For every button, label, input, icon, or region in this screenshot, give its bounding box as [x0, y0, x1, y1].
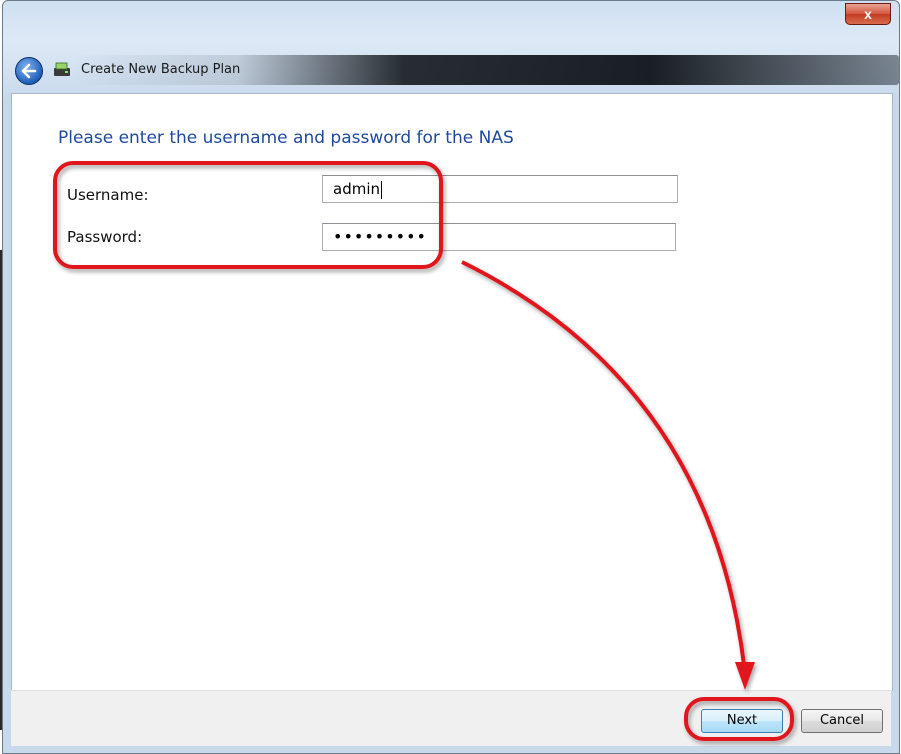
backup-drive-icon — [54, 62, 70, 76]
username-field[interactable]: admin — [322, 175, 678, 203]
close-icon: x — [864, 6, 872, 22]
wizard-titlebar: Create New Backup Plan — [3, 47, 899, 93]
text-cursor — [381, 180, 382, 199]
cancel-button[interactable]: Cancel — [801, 709, 883, 733]
backup-wizard-window: x Create New Backup Plan Next Cancel — [2, 0, 900, 754]
password-field[interactable]: ••••••••• — [322, 223, 676, 251]
username-value: admin — [333, 180, 380, 198]
password-label: Password: — [67, 228, 143, 246]
next-button[interactable]: Next — [701, 709, 783, 733]
wizard-footer: Next Cancel — [11, 690, 891, 746]
window-title: Create New Backup Plan — [81, 62, 241, 77]
back-button[interactable] — [15, 57, 43, 85]
username-label: Username: — [67, 186, 149, 204]
password-value: ••••••••• — [333, 227, 427, 246]
page-heading: Please enter the username and password f… — [58, 128, 514, 148]
close-button[interactable]: x — [845, 3, 891, 25]
back-arrow-icon — [21, 63, 37, 79]
